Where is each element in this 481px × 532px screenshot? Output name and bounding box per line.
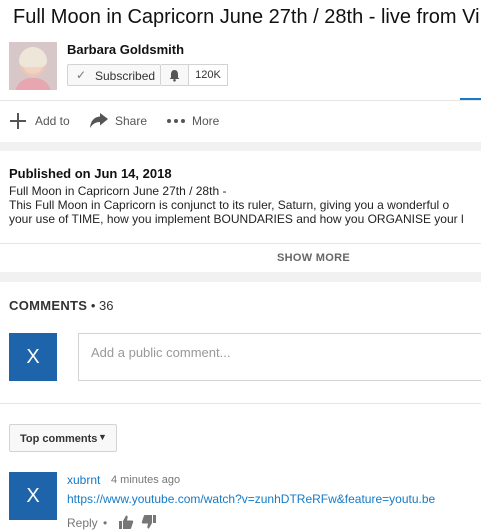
thumbs-up-icon[interactable] — [118, 514, 134, 530]
published-date: Published on Jun 14, 2018 — [9, 166, 172, 181]
add-to-label: Add to — [35, 114, 70, 128]
comments-header: COMMENTS • 36 — [9, 298, 114, 313]
thumbs-down-icon[interactable] — [141, 514, 157, 530]
caret-down-icon: ▼ — [98, 432, 107, 442]
comment-text-link[interactable]: https://www.youtube.com/watch?v=zunhDTRe… — [67, 492, 435, 506]
comments-separator: • — [90, 298, 96, 313]
channel-name[interactable]: Barbara Goldsmith — [67, 42, 184, 57]
user-avatar: X — [9, 333, 57, 381]
comments-title: COMMENTS — [9, 298, 88, 313]
more-label: More — [192, 114, 220, 128]
subscriber-count: 120K — [189, 64, 228, 86]
video-title: Full Moon in Capricorn June 27th / 28th … — [13, 6, 480, 28]
avatar-hair — [19, 47, 47, 67]
share-arrow-icon — [90, 113, 108, 128]
description-line: Full Moon in Capricorn June 27th / 28th … — [9, 184, 227, 198]
comment-author[interactable]: xubrnt — [67, 473, 100, 487]
comment-input[interactable] — [89, 344, 473, 361]
comment-time[interactable]: 4 minutes ago — [111, 474, 180, 486]
reply-button[interactable]: Reply — [67, 516, 98, 530]
channel-avatar[interactable] — [9, 42, 57, 90]
show-more-button[interactable]: SHOW MORE — [0, 252, 481, 264]
description-line: your use of TIME, how you implement BOUN… — [9, 212, 464, 226]
share-label: Share — [115, 114, 148, 128]
sort-label: Top comments — [20, 433, 98, 445]
divider — [0, 100, 481, 101]
avatar-shirt — [15, 78, 51, 90]
divider — [0, 403, 481, 404]
description-line: This Full Moon in Capricorn is conjunct … — [9, 198, 450, 212]
bell-icon — [169, 70, 180, 82]
reply-separator: • — [103, 516, 108, 530]
plus-icon — [10, 113, 26, 129]
section-separator — [0, 272, 481, 282]
subscribed-button[interactable]: ✓ Subscribed — [67, 64, 161, 86]
commenter-avatar[interactable]: X — [9, 472, 57, 520]
check-icon: ✓ — [76, 68, 87, 82]
section-separator — [0, 142, 481, 151]
comments-count: 36 — [99, 298, 114, 313]
notification-bell-button[interactable] — [161, 64, 189, 86]
subscribed-label: Subscribed — [95, 69, 156, 83]
sort-comments-dropdown[interactable]: Top comments ▼ — [9, 424, 117, 452]
divider — [0, 243, 481, 244]
comment-input-box[interactable] — [78, 333, 481, 381]
ellipsis-icon — [167, 119, 185, 123]
